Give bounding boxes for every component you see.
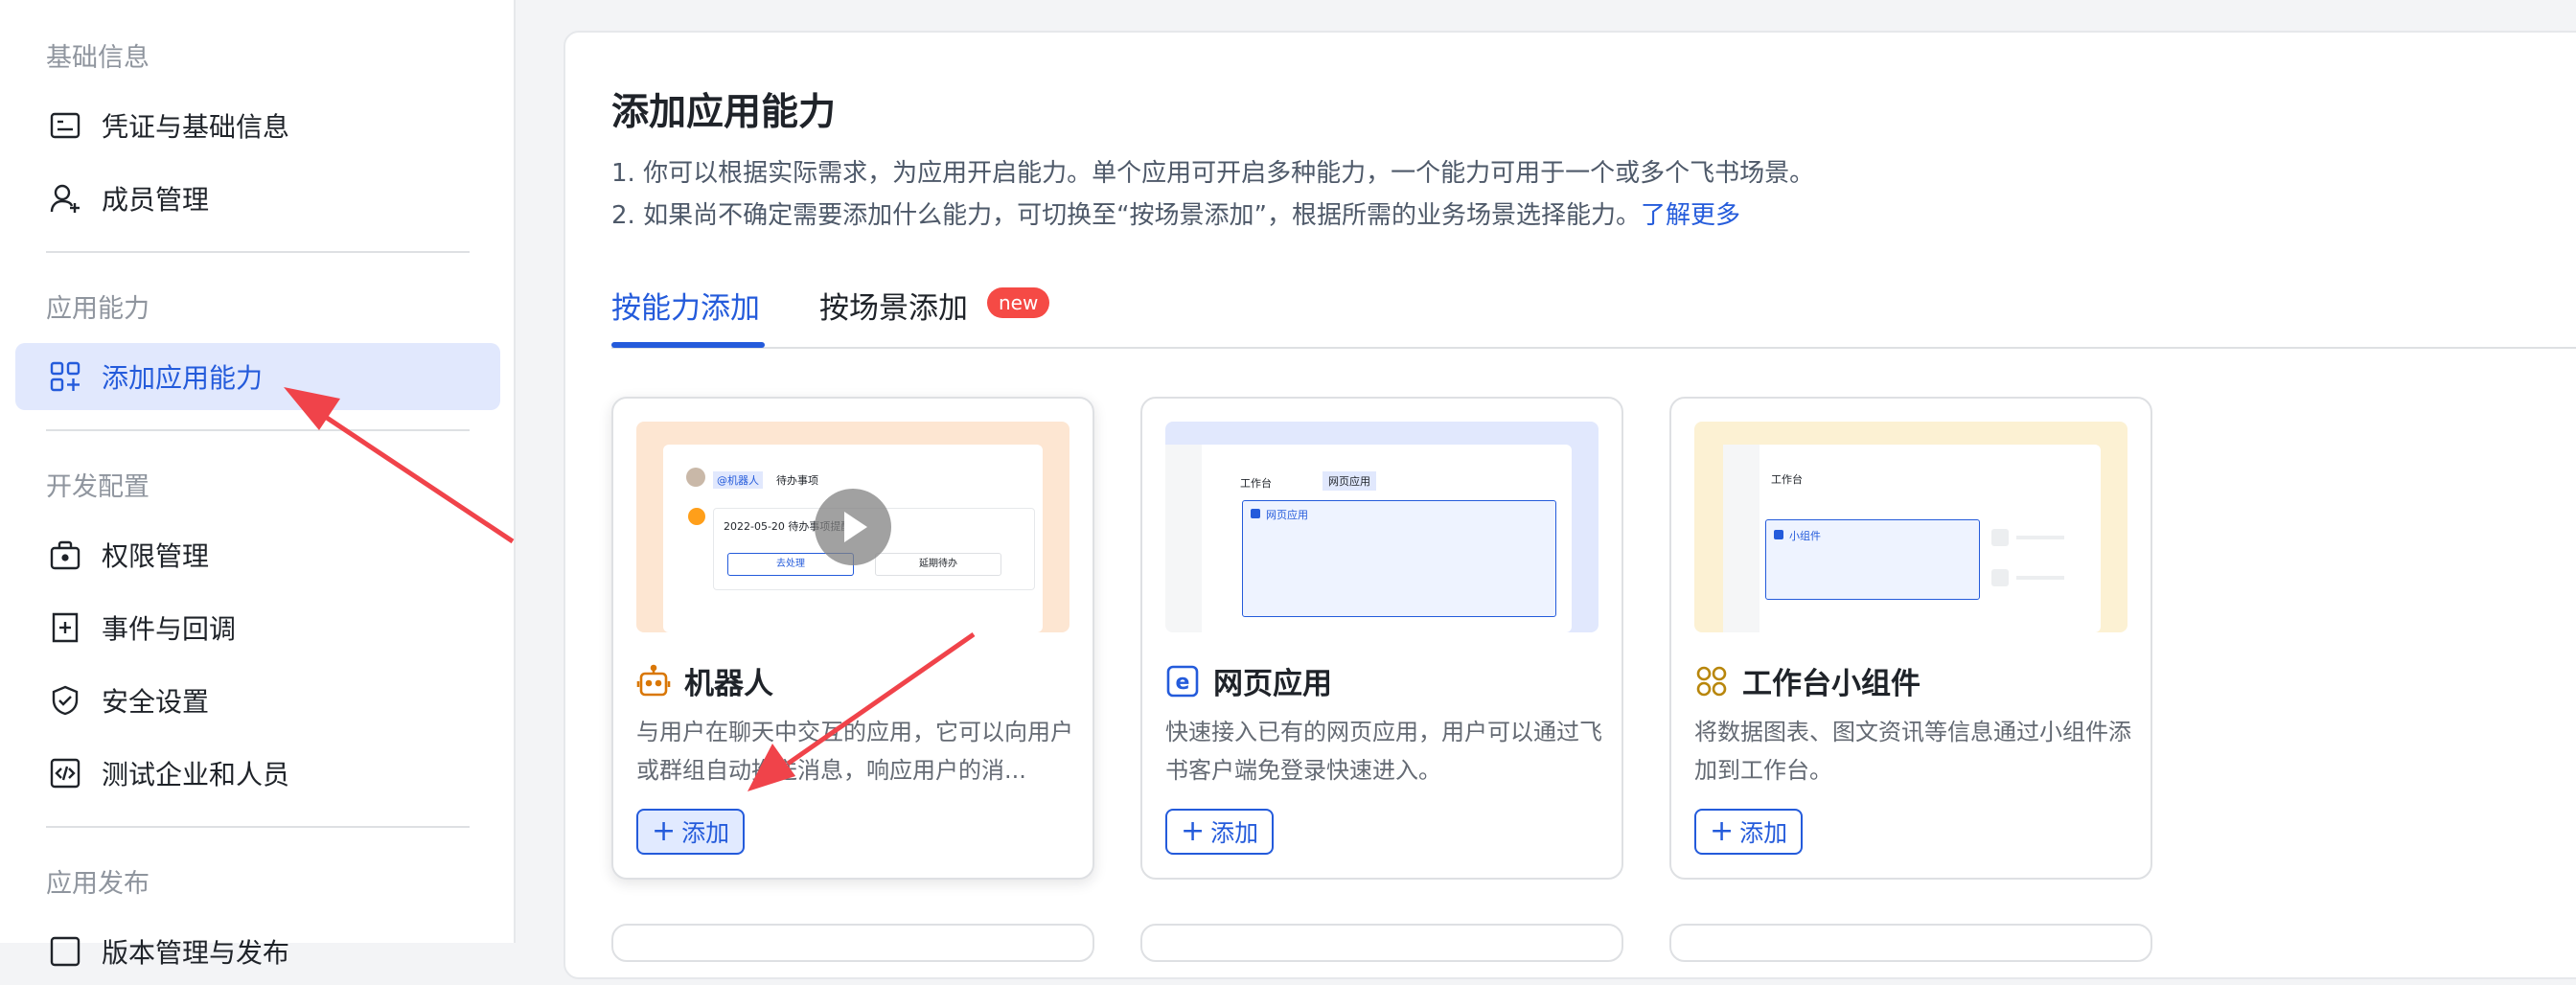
- capability-card-widget: 工作台 小组件 工作台小组件 将数据图表、图文资讯等信息通过小组件添加到工作台。…: [1669, 397, 2152, 880]
- capability-card-partial: [1669, 924, 2152, 962]
- tabs-divider: [611, 347, 2576, 349]
- sidebar-section-basic-info: 基础信息: [46, 43, 150, 73]
- sidebar-item-label: 权限管理: [102, 540, 210, 572]
- avatar: [686, 468, 705, 487]
- capability-card-web-app: 工作台 网页应用 网页应用 e 网页应用 快速接入已有的网页应用，用户可以通过飞…: [1140, 397, 1623, 880]
- sidebar-divider: [46, 826, 470, 828]
- sidebar-item-label: 安全设置: [102, 686, 210, 718]
- play-icon[interactable]: [815, 489, 891, 565]
- capability-card-robot: @机器人 待办事项 2022-05-20 待办事项提醒 去处理 延期待办 机器人…: [611, 397, 1094, 880]
- add-widget-button[interactable]: + 添加: [1694, 809, 1804, 855]
- sidebar-item-label: 版本管理与发布: [102, 937, 290, 969]
- card-description: 与用户在聊天中交互的应用，它可以向用户或群组自动推送消息，响应用户的消...: [636, 719, 1073, 784]
- tab-by-scenario[interactable]: 按场景添加: [819, 284, 968, 327]
- learn-more-link[interactable]: 了解更多: [1641, 201, 1740, 230]
- sidebar-item-label: 测试企业和人员: [102, 759, 290, 790]
- web-app-icon: e: [1166, 665, 1199, 697]
- todo-title: 待办事项: [776, 474, 818, 487]
- web-app-preview-image: 工作台 网页应用 网页应用: [1165, 422, 1598, 632]
- sidebar-item-label: 成员管理: [102, 184, 210, 216]
- sidebar-item-events[interactable]: 事件与回调: [15, 594, 500, 661]
- add-button-label: 添加: [1210, 819, 1259, 847]
- sidebar-item-label: 事件与回调: [102, 613, 237, 645]
- sidebar-item-credentials[interactable]: 凭证与基础信息: [15, 92, 500, 159]
- preview-postpone-button: 延期待办: [875, 553, 1001, 576]
- plus-icon: +: [1181, 814, 1206, 848]
- preview-window: 工作台 网页应用 网页应用: [1165, 445, 1572, 632]
- credential-icon: [48, 108, 82, 143]
- widget-icon: [1696, 666, 1727, 696]
- plus-icon: +: [1710, 814, 1735, 848]
- card-description: 将数据图表、图文资讯等信息通过小组件添加到工作台。: [1694, 719, 2131, 784]
- card-title-text: 工作台小组件: [1742, 667, 1920, 701]
- event-icon: [48, 610, 82, 645]
- add-button-label: 添加: [681, 819, 730, 847]
- user-add-icon: [48, 181, 82, 216]
- capability-card-partial: [1140, 924, 1623, 962]
- preview-webapp-frame: 网页应用: [1242, 500, 1556, 617]
- version-icon: [48, 934, 82, 969]
- add-robot-button[interactable]: + 添加: [636, 809, 746, 855]
- capability-card-partial: [611, 924, 1094, 962]
- sidebar-item-security[interactable]: 安全设置: [15, 667, 500, 734]
- shield-icon: [48, 683, 82, 718]
- sidebar-item-test-tenant[interactable]: 测试企业和人员: [15, 740, 500, 807]
- active-tab-indicator: [611, 342, 765, 348]
- preview-widget-frame: 小组件: [1765, 519, 1980, 600]
- sidebar-section-dev-config: 开发配置: [46, 472, 150, 502]
- preview-tab-workspace: 工作台: [1771, 473, 1803, 486]
- sidebar-item-label: 添加应用能力: [102, 362, 264, 394]
- description-line-2: 2. 如果尚不确定需要添加什么能力，可切换至“按场景添加”，根据所需的业务场景选…: [611, 195, 1740, 231]
- card-title: 工作台小组件: [1694, 659, 1920, 702]
- new-badge: new: [987, 287, 1050, 318]
- sidebar-item-permissions[interactable]: 权限管理: [15, 521, 500, 588]
- sidebar-section-release: 应用发布: [46, 869, 150, 899]
- widget-preview-image: 工作台 小组件: [1694, 422, 2128, 632]
- app-add-icon: [48, 359, 82, 394]
- page-title: 添加应用能力: [611, 91, 837, 134]
- add-button-label: 添加: [1739, 819, 1788, 847]
- permission-icon: [48, 538, 82, 572]
- robot-avatar: [688, 508, 705, 525]
- preview-tab-webapp: 网页应用: [1322, 471, 1376, 491]
- preview-webapp-label: 网页应用: [1266, 509, 1308, 521]
- sidebar-item-members[interactable]: 成员管理: [15, 165, 500, 232]
- svg-text:e: e: [1176, 671, 1190, 695]
- preview-window: 工作台 小组件: [1723, 445, 2101, 632]
- card-title: e 网页应用: [1165, 659, 1332, 702]
- preview-tab-workspace: 工作台: [1240, 477, 1272, 490]
- plus-icon: +: [652, 814, 677, 848]
- card-title: 机器人: [636, 659, 773, 702]
- add-web-app-button[interactable]: + 添加: [1165, 809, 1275, 855]
- robot-icon: [636, 664, 671, 696]
- description-text: 2. 如果尚不确定需要添加什么能力，可切换至“按场景添加”，根据所需的业务场景选…: [611, 201, 1642, 230]
- card-title-text: 网页应用: [1213, 667, 1332, 701]
- sidebar-item-add-capability[interactable]: 添加应用能力: [15, 343, 500, 410]
- sidebar-section-app-capability: 应用能力: [46, 294, 150, 324]
- card-description: 快速接入已有的网页应用，用户可以通过飞书客户端免登录快速进入。: [1165, 719, 1602, 784]
- sidebar-divider: [46, 251, 470, 253]
- sidebar-item-version[interactable]: 版本管理与发布: [15, 918, 500, 985]
- card-title-text: 机器人: [684, 667, 773, 701]
- preview-widget-label: 小组件: [1789, 530, 1821, 542]
- mention-text: @机器人: [713, 471, 763, 489]
- sidebar-item-label: 凭证与基础信息: [102, 111, 290, 143]
- sidebar: 基础信息 凭证与基础信息 成员管理 应用能力 添加应用能力 开发配置 权限管理 …: [0, 0, 516, 969]
- tab-by-capability[interactable]: 按能力添加: [611, 284, 760, 327]
- sidebar-divider: [46, 429, 470, 431]
- code-icon: [48, 756, 82, 790]
- main-panel: 添加应用能力 1. 你可以根据实际需求，为应用开启能力。单个应用可开启多种能力，…: [564, 31, 2576, 979]
- robot-preview-image: @机器人 待办事项 2022-05-20 待办事项提醒 去处理 延期待办: [636, 422, 1070, 632]
- description-line-1: 1. 你可以根据实际需求，为应用开启能力。单个应用可开启多种能力，一个能力可用于…: [611, 159, 1815, 188]
